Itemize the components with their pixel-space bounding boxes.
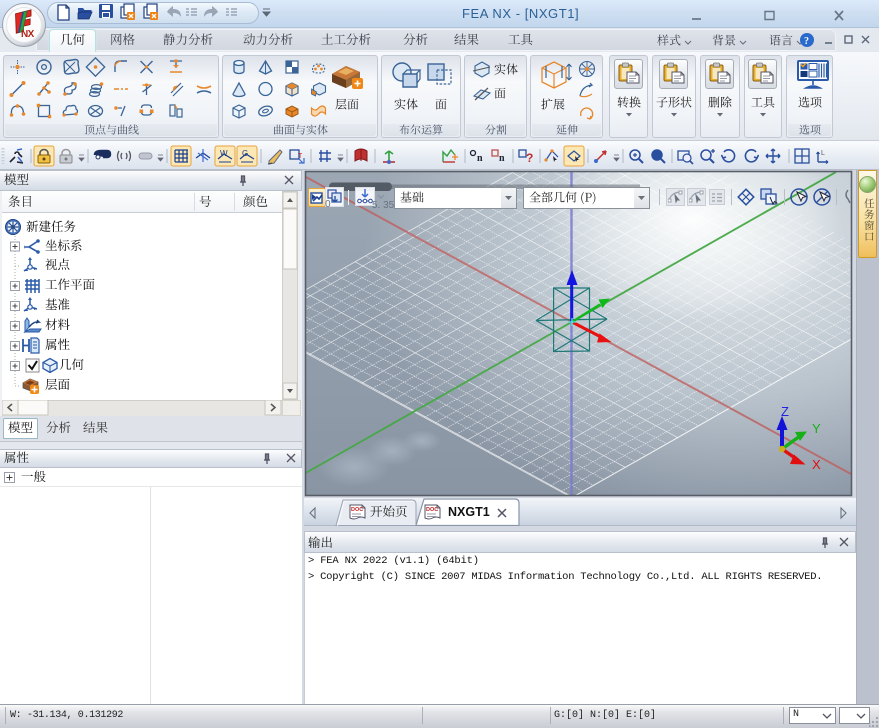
svg-text:L: L bbox=[821, 150, 825, 157]
svg-text:NX: NX bbox=[21, 29, 35, 40]
svg-text:n: n bbox=[499, 153, 505, 164]
svg-text:DOC: DOC bbox=[351, 507, 363, 513]
svg-text:Z: Z bbox=[781, 404, 789, 419]
svg-text:Y: Y bbox=[812, 421, 821, 436]
svg-text:n: n bbox=[477, 153, 483, 164]
svg-text:?: ? bbox=[526, 151, 533, 165]
svg-text:DOC: DOC bbox=[426, 507, 438, 513]
svg-text:X: X bbox=[812, 457, 821, 472]
